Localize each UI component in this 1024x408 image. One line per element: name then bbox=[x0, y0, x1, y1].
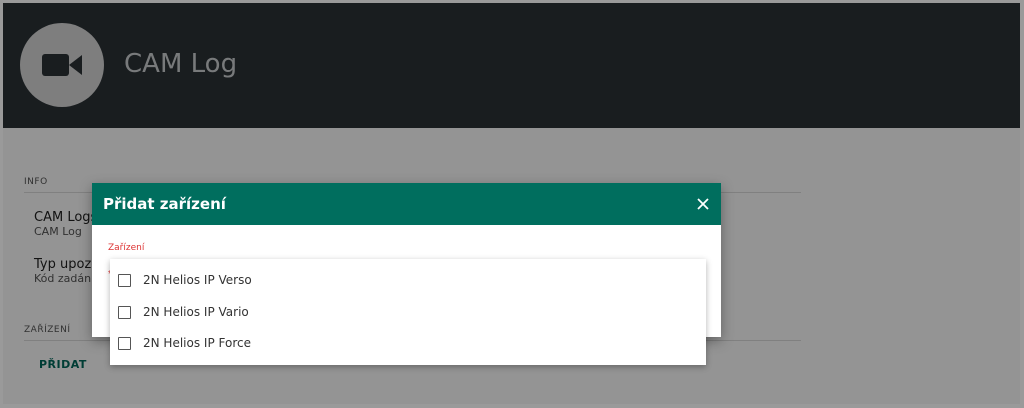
checkbox[interactable] bbox=[118, 336, 131, 350]
device-option[interactable]: 2N Helios IP Verso bbox=[110, 264, 706, 296]
dialog-title: Přidat zařízení bbox=[103, 195, 226, 213]
checkbox[interactable] bbox=[118, 273, 131, 287]
device-option-label: 2N Helios IP Force bbox=[143, 336, 251, 350]
device-option-label: 2N Helios IP Vario bbox=[143, 305, 249, 319]
app-window: CAM Log INFO CAM Logs CAM Log Typ upozo … bbox=[3, 3, 1020, 404]
close-button[interactable] bbox=[693, 194, 713, 214]
dialog-header: Přidat zařízení bbox=[92, 183, 721, 225]
checkbox[interactable] bbox=[118, 305, 131, 319]
close-icon bbox=[697, 198, 709, 210]
device-dropdown: 2N Helios IP Verso 2N Helios IP Vario 2N… bbox=[110, 259, 706, 365]
device-select-label: Zařízení bbox=[108, 243, 145, 253]
device-option-label: 2N Helios IP Verso bbox=[143, 273, 252, 287]
device-option[interactable]: 2N Helios IP Force bbox=[110, 327, 706, 359]
device-option[interactable]: 2N Helios IP Vario bbox=[110, 296, 706, 328]
